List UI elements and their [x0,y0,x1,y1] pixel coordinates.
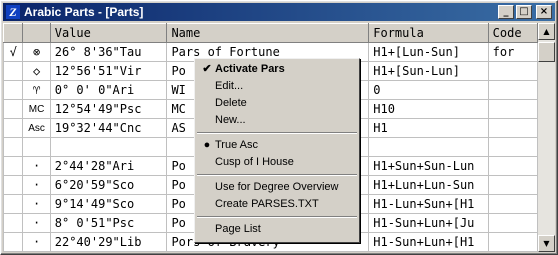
menu-item[interactable]: Edit... [195,78,359,95]
code-cell[interactable] [487,175,538,195]
menu-item[interactable]: Delete [195,95,359,112]
symbol-cell[interactable]: · [22,175,51,195]
symbol-cell[interactable]: ♈ [22,80,51,100]
menu-item-label: Edit... [215,80,244,92]
active-check-cell[interactable] [3,99,24,119]
value-cell[interactable]: 26° 8'36"Tau [49,42,168,62]
formula-cell[interactable] [368,137,489,157]
value-cell[interactable]: 12°56'51"Vir [49,61,168,81]
active-check-cell[interactable] [3,194,24,214]
menu-item-label: True Asc [215,139,258,151]
code-cell[interactable] [487,194,538,214]
symbol-cell[interactable]: · [22,194,51,214]
value-cell[interactable]: 22°40'29"Lib [49,232,168,252]
value-cell[interactable]: 0° 0' 0"Ari [49,80,168,100]
radio-dot-icon: ● [203,139,211,151]
formula-cell[interactable]: H10 [368,99,489,119]
symbol-cell[interactable]: Asc [22,118,51,138]
check-mark-icon: ✔ [202,63,212,75]
formula-cell[interactable]: H1+Lun+Lun-Sun [368,175,489,195]
formula-cell[interactable]: H1-Lun+Sun+[H1 [368,194,489,214]
formula-cell[interactable]: H1-Sun+Lun+[H1 [368,232,489,252]
symbol-cell[interactable]: · [22,213,51,233]
minimize-button[interactable]: _ [498,5,514,19]
value-cell[interactable]: 9°14'49"Sco [49,194,168,214]
code-cell[interactable] [487,118,538,138]
header-name[interactable]: Name [166,23,370,43]
header-row: Value Name Formula Code [3,23,538,43]
value-cell[interactable]: 12°54'49"Psc [49,99,168,119]
menu-separator [197,174,357,176]
formula-cell[interactable]: 0 [368,80,489,100]
active-check-cell[interactable] [3,175,24,195]
menu-item[interactable]: ● True Asc [195,137,359,154]
formula-cell[interactable]: H1+[Sun-Lun] [368,61,489,81]
value-cell[interactable]: 19°32'44"Cnc [49,118,168,138]
code-cell[interactable] [487,99,538,119]
symbol-cell[interactable]: · [22,156,51,176]
formula-cell[interactable]: H1+Sun+Sun-Lun [368,156,489,176]
value-cell[interactable]: 2°44'28"Ari [49,156,168,176]
symbol-cell[interactable]: · [22,232,51,252]
context-menu: ✔ Activate Pars Edit... Delete New... ● True A… [194,58,360,243]
menu-separator [197,216,357,218]
menu-item-label: Delete [215,97,247,109]
code-cell[interactable] [487,213,538,233]
formula-cell[interactable]: H1+[Lun-Sun] [368,42,489,62]
code-cell[interactable] [487,232,538,252]
code-cell[interactable]: for [487,42,538,62]
value-cell[interactable]: 8° 0'51"Psc [49,213,168,233]
symbol-cell[interactable]: ◇ [22,61,51,81]
code-cell[interactable] [487,61,538,81]
scroll-up-arrow-icon[interactable]: ▲ [538,23,555,40]
menu-item[interactable]: ✔ Activate Pars [195,61,359,78]
value-cell[interactable] [49,137,168,157]
menu-item-label: Cusp of I House [215,156,294,168]
active-check-cell[interactable] [3,80,24,100]
title-bar[interactable]: Z Arabic Parts - [Parts] _ □ × [3,3,555,21]
active-check-cell[interactable] [3,118,24,138]
header-value[interactable]: Value [49,23,168,43]
formula-cell[interactable]: H1-Sun+Lun+[Ju [368,213,489,233]
main-window: Z Arabic Parts - [Parts] _ □ × Value Nam… [0,0,558,255]
value-cell[interactable]: 6°20'59"Sco [49,175,168,195]
menu-item[interactable]: Cusp of I House [195,154,359,171]
maximize-button[interactable]: □ [516,5,532,19]
header-symbol[interactable] [22,23,51,43]
close-button[interactable]: × [536,5,552,19]
active-check-cell[interactable] [3,61,24,81]
menu-separator [197,132,357,134]
menu-item-label: New... [215,114,246,126]
code-cell[interactable] [487,80,538,100]
scroll-thumb[interactable] [538,42,555,62]
scroll-down-arrow-icon[interactable]: ▼ [538,235,555,252]
app-icon[interactable]: Z [6,5,20,19]
code-cell[interactable] [487,137,538,157]
code-cell[interactable] [487,156,538,176]
active-check-cell[interactable] [3,156,24,176]
active-check-cell[interactable] [3,137,24,157]
active-check-cell[interactable] [3,213,24,233]
vertical-scrollbar[interactable]: ▲ ▼ [538,23,555,252]
symbol-cell[interactable] [22,137,51,157]
menu-item-label: Create PARSES.TXT [215,198,319,210]
menu-item-label: Page List [215,223,261,235]
formula-cell[interactable]: H1 [368,118,489,138]
active-check-cell[interactable] [3,232,24,252]
menu-item[interactable]: Use for Degree Overview [195,179,359,196]
symbol-cell[interactable]: ⊗ [22,42,51,62]
menu-item[interactable]: Page List [195,221,359,238]
menu-item-label: Activate Pars [215,63,285,75]
menu-item[interactable]: Create PARSES.TXT [195,196,359,213]
active-check-cell[interactable]: √ [3,42,24,62]
window-title: Arabic Parts - [Parts] [24,5,144,19]
header-check[interactable] [3,23,24,43]
symbol-cell[interactable]: MC [22,99,51,119]
menu-item-label: Use for Degree Overview [215,181,339,193]
menu-item[interactable]: New... [195,112,359,129]
header-formula[interactable]: Formula [368,23,489,43]
header-code[interactable]: Code [487,23,538,43]
